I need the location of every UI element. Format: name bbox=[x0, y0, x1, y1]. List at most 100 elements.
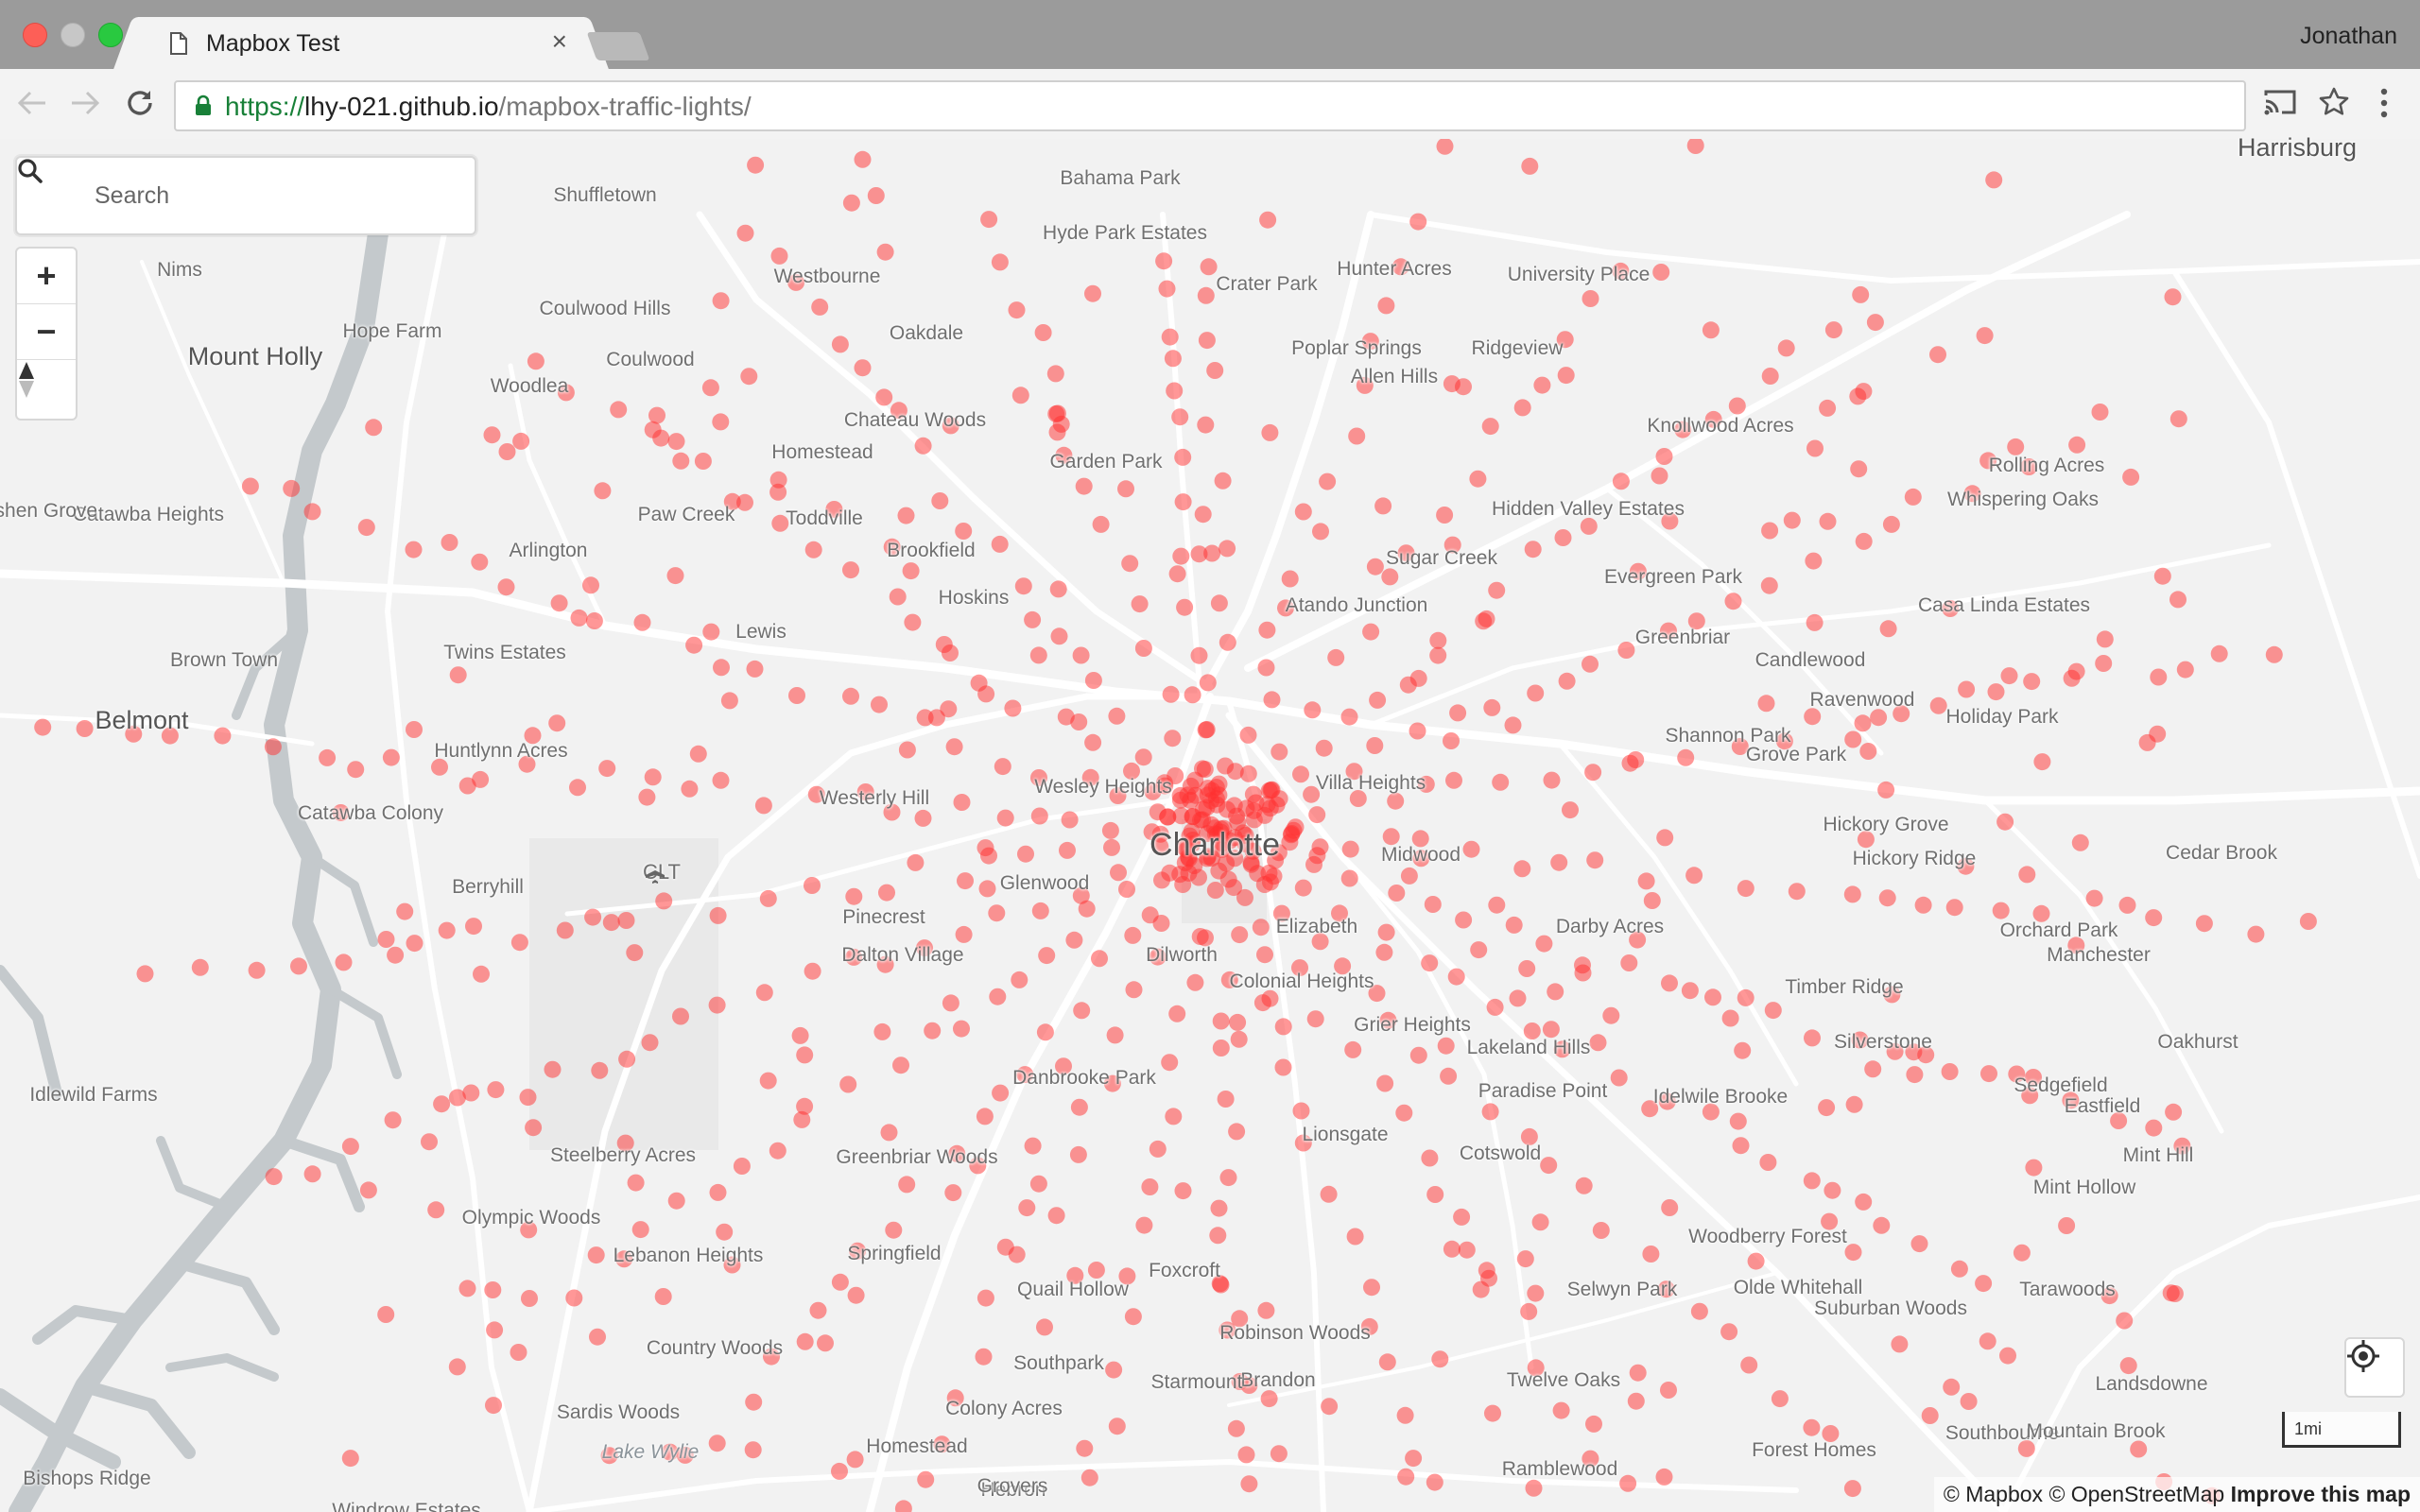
place-label: Villa Heights bbox=[1315, 772, 1426, 794]
place-label: Catawba Colony bbox=[297, 802, 444, 824]
place-label: Bishops Ridge bbox=[23, 1468, 151, 1489]
place-label: Allen Hills bbox=[1350, 366, 1439, 387]
place-label: Charlotte bbox=[1150, 827, 1280, 863]
attribution: © Mapbox © OpenStreetMap Improve this ma… bbox=[1933, 1477, 2420, 1512]
place-label: Huntlynn Acres bbox=[434, 740, 568, 762]
improve-map-link[interactable]: Improve this map bbox=[2231, 1482, 2411, 1506]
place-label: Berryhill bbox=[452, 876, 524, 898]
place-label: Homestead bbox=[771, 441, 873, 463]
place-label: Twelve Oaks bbox=[1506, 1369, 1621, 1391]
place-label: Olde Whitehall bbox=[1733, 1277, 1863, 1298]
profile-name[interactable]: Jonathan bbox=[2300, 23, 2397, 50]
place-label: Suburban Woods bbox=[1814, 1297, 1967, 1319]
search-box[interactable] bbox=[15, 156, 476, 235]
forward-icon[interactable] bbox=[70, 90, 100, 116]
place-label: Hidden Valley Estates bbox=[1492, 498, 1685, 520]
place-label: Hoskins bbox=[938, 587, 1010, 609]
attribution-mapbox[interactable]: © Mapbox bbox=[1944, 1482, 2043, 1506]
place-label: Mount Holly bbox=[187, 342, 323, 370]
tab-mapbox-test[interactable]: Mapbox Test × bbox=[144, 17, 579, 70]
window-minimize-button[interactable] bbox=[60, 23, 85, 47]
place-label: Selwyn Park bbox=[1566, 1279, 1678, 1300]
url-path: /mapbox-traffic-lights/ bbox=[498, 92, 752, 121]
river bbox=[0, 223, 402, 1512]
place-label: Steelberry Acres bbox=[549, 1144, 697, 1166]
new-tab-button[interactable] bbox=[586, 32, 650, 60]
place-label: Toddville bbox=[786, 507, 863, 529]
place-label: Pinecrest bbox=[842, 906, 925, 928]
place-label: Nims bbox=[157, 259, 202, 281]
place-label: Lionsgate bbox=[1302, 1124, 1389, 1145]
place-label: Robinson Woods bbox=[1219, 1322, 1371, 1344]
zoom-in-button[interactable]: + bbox=[17, 249, 76, 304]
place-label: Forest Homes bbox=[1752, 1439, 1876, 1461]
browser-window: Mapbox Test × Jonathan https://lhy-021.g… bbox=[0, 0, 2420, 1512]
attribution-osm[interactable]: © OpenStreetMap bbox=[2048, 1482, 2224, 1506]
place-label: Hunter Acres bbox=[1337, 258, 1452, 280]
window-maximize-button[interactable] bbox=[98, 23, 123, 47]
search-input[interactable] bbox=[93, 167, 465, 224]
place-label: Atando Junction bbox=[1285, 594, 1428, 616]
place-label: Hyde Park Estates bbox=[1043, 222, 1207, 244]
place-label: ashen Grove bbox=[0, 500, 98, 522]
place-label: Poplar Springs bbox=[1291, 337, 1422, 359]
geolocate-icon bbox=[2347, 1340, 2379, 1372]
place-label: Tarawoods bbox=[2019, 1279, 2116, 1300]
place-label: Starmount bbox=[1150, 1371, 1243, 1393]
place-label: Whispering Oaks bbox=[1947, 489, 2099, 510]
place-label: Sardis Woods bbox=[556, 1401, 681, 1423]
place-label: Sugar Creek bbox=[1386, 547, 1497, 569]
place-label: Timber Ridge bbox=[1785, 976, 1904, 998]
reload-icon[interactable] bbox=[125, 88, 155, 118]
place-label: Westerly Hill bbox=[819, 787, 930, 809]
back-icon[interactable] bbox=[17, 90, 47, 116]
place-label: Casa Linda Estates bbox=[1917, 594, 2091, 616]
place-label: Arlington bbox=[509, 540, 588, 561]
compass-icon bbox=[19, 362, 34, 398]
place-label: Mountain Brook bbox=[2026, 1420, 2166, 1442]
place-label: Idlewild Farms bbox=[29, 1084, 158, 1106]
place-label: Windrow Estates bbox=[332, 1500, 481, 1512]
tab-close-icon[interactable]: × bbox=[552, 26, 567, 57]
url-text[interactable]: https://lhy-021.github.io/mapbox-traffic… bbox=[225, 92, 752, 122]
place-label: Wesley Heights bbox=[1034, 776, 1172, 798]
place-label: Bahama Park bbox=[1060, 167, 1181, 189]
cast-icon[interactable] bbox=[2263, 88, 2297, 116]
place-label: Silverstone bbox=[1834, 1031, 1932, 1053]
scale-bar: 1mi bbox=[2282, 1412, 2401, 1448]
place-label: Manchester bbox=[2047, 944, 2151, 966]
geolocate-button[interactable] bbox=[2344, 1337, 2405, 1398]
place-label: Paradise Point bbox=[1478, 1080, 1608, 1102]
page-icon bbox=[170, 32, 187, 55]
place-label: Ravenwood bbox=[1809, 689, 1915, 711]
place-label: Harrisburg bbox=[2237, 133, 2358, 162]
place-label: Olympic Woods bbox=[461, 1207, 601, 1228]
place-label: Garden Park bbox=[1049, 451, 1163, 472]
place-label: Quail Hollow bbox=[1017, 1279, 1129, 1300]
zoom-out-button[interactable]: − bbox=[17, 304, 76, 360]
menu-icon[interactable] bbox=[2378, 86, 2390, 120]
place-label: Hickory Ridge bbox=[1852, 848, 1977, 869]
bookmark-star-icon[interactable] bbox=[2318, 86, 2350, 118]
place-label: Springfield bbox=[847, 1243, 942, 1264]
compass-button[interactable] bbox=[17, 360, 76, 415]
place-label: Darby Acres bbox=[1555, 916, 1665, 937]
map-canvas[interactable]: Harrisburg Shuffletown Bahama Park Hyde Par… bbox=[0, 133, 2420, 1512]
place-label: Belmont bbox=[95, 706, 189, 734]
place-label: Colony Acres bbox=[945, 1398, 1063, 1419]
place-label: Hickory Grove bbox=[1823, 814, 1949, 835]
place-label: Hope Farm bbox=[342, 320, 442, 342]
place-label: Idelwile Brooke bbox=[1652, 1086, 1789, 1108]
place-label: Holiday Park bbox=[1945, 706, 2059, 728]
place-label: Southpark bbox=[1013, 1352, 1104, 1374]
place-label: Lakeland Hills bbox=[1466, 1037, 1591, 1058]
place-label: Brandon bbox=[1240, 1369, 1316, 1391]
address-bar[interactable]: https://lhy-021.github.io/mapbox-traffic… bbox=[174, 80, 2246, 131]
place-label: Lake Wylie bbox=[601, 1441, 700, 1463]
place-label: Westbourne bbox=[773, 266, 881, 287]
place-label: Cedar Brook bbox=[2166, 842, 2277, 864]
place-label: Candlewood bbox=[1754, 649, 1866, 671]
window-close-button[interactable] bbox=[23, 23, 47, 47]
place-label: Oakhurst bbox=[2157, 1031, 2238, 1053]
place-label: Evergreen Park bbox=[1604, 566, 1742, 588]
